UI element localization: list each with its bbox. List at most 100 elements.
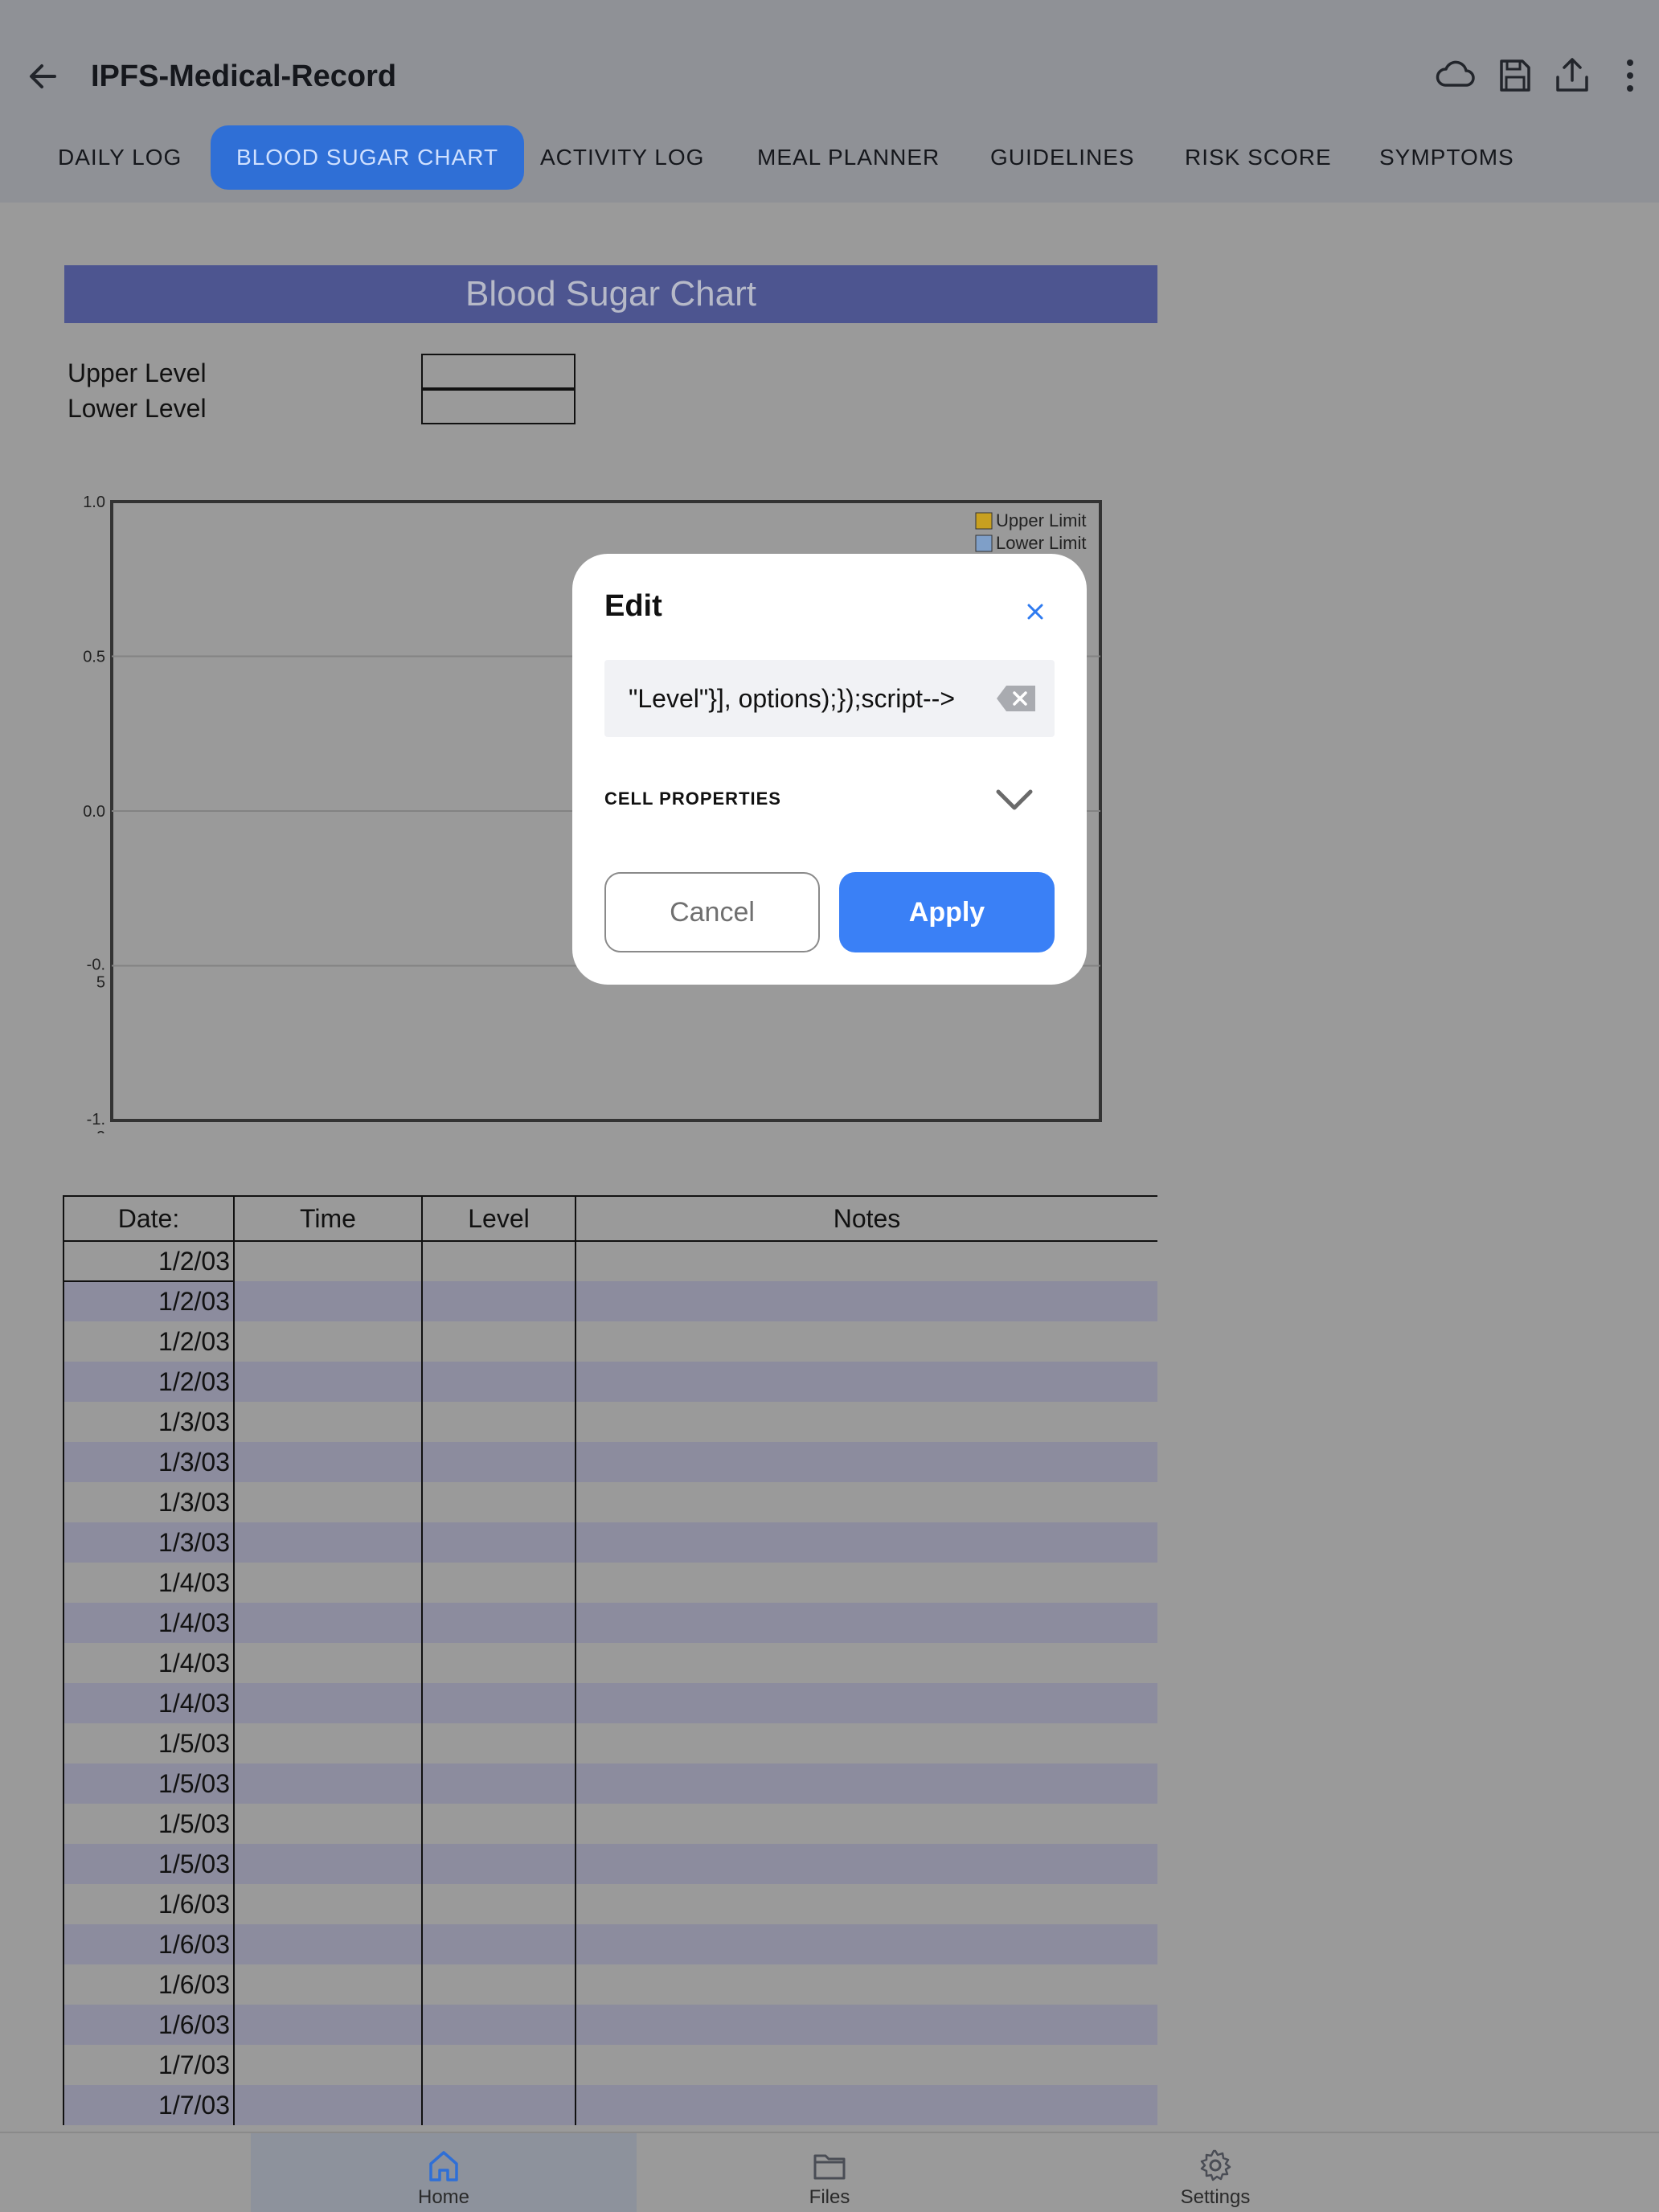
tab-risk-score[interactable]: RISK SCORE — [1159, 125, 1358, 190]
close-icon[interactable] — [1010, 586, 1061, 637]
level-cell[interactable] — [421, 1804, 576, 1844]
level-cell[interactable] — [421, 1522, 576, 1563]
date-cell[interactable]: 1/3/03 — [63, 1482, 235, 1522]
level-cell[interactable] — [421, 1603, 576, 1643]
save-icon[interactable] — [1492, 53, 1537, 98]
date-cell[interactable]: 1/5/03 — [63, 1804, 235, 1844]
date-cell[interactable]: 1/2/03 — [63, 1241, 235, 1282]
tab-meal-planner[interactable]: MEAL PLANNER — [731, 125, 965, 190]
column-header-date[interactable]: Date: — [63, 1195, 235, 1242]
time-cell[interactable] — [233, 1683, 423, 1723]
notes-cell[interactable] — [575, 1763, 1157, 1804]
time-cell[interactable] — [233, 1563, 423, 1603]
level-cell[interactable] — [421, 1683, 576, 1723]
time-cell[interactable] — [233, 1442, 423, 1482]
notes-cell[interactable] — [575, 2005, 1157, 2045]
date-cell[interactable]: 1/7/03 — [63, 2045, 235, 2085]
sheet-title[interactable]: Blood Sugar Chart — [64, 265, 1157, 323]
date-cell[interactable]: 1/3/03 — [63, 1522, 235, 1563]
level-cell[interactable] — [421, 2085, 576, 2125]
upper-level-cell[interactable] — [421, 354, 576, 389]
date-cell[interactable]: 1/2/03 — [63, 1362, 235, 1402]
cloud-icon[interactable] — [1432, 53, 1477, 98]
time-cell[interactable] — [233, 1402, 423, 1442]
time-cell[interactable] — [233, 1482, 423, 1522]
notes-cell[interactable] — [575, 1442, 1157, 1482]
date-cell[interactable]: 1/4/03 — [63, 1603, 235, 1643]
time-cell[interactable] — [233, 1362, 423, 1402]
level-cell[interactable] — [421, 1281, 576, 1321]
level-cell[interactable] — [421, 1321, 576, 1362]
time-cell[interactable] — [233, 1924, 423, 1964]
notes-cell[interactable] — [575, 2085, 1157, 2125]
level-cell[interactable] — [421, 1482, 576, 1522]
share-icon[interactable] — [1550, 53, 1595, 98]
date-cell[interactable]: 1/6/03 — [63, 2005, 235, 2045]
tab-symptoms[interactable]: SYMPTOMS — [1354, 125, 1540, 190]
time-cell[interactable] — [233, 1603, 423, 1643]
back-arrow-icon[interactable] — [23, 56, 63, 96]
level-cell[interactable] — [421, 1924, 576, 1964]
level-cell[interactable] — [421, 1723, 576, 1763]
lower-level-cell[interactable] — [421, 389, 576, 424]
tab-guidelines[interactable]: GUIDELINES — [965, 125, 1161, 190]
apply-button[interactable]: Apply — [839, 872, 1055, 952]
time-cell[interactable] — [233, 1804, 423, 1844]
date-cell[interactable]: 1/4/03 — [63, 1643, 235, 1683]
level-cell[interactable] — [421, 1241, 576, 1281]
time-cell[interactable] — [233, 1723, 423, 1763]
nav-settings[interactable]: Settings — [1022, 2133, 1408, 2212]
notes-cell[interactable] — [575, 1563, 1157, 1603]
date-cell[interactable]: 1/3/03 — [63, 1442, 235, 1482]
date-cell[interactable]: 1/5/03 — [63, 1844, 235, 1884]
date-cell[interactable]: 1/4/03 — [63, 1683, 235, 1723]
date-cell[interactable]: 1/3/03 — [63, 1402, 235, 1442]
time-cell[interactable] — [233, 1964, 423, 2005]
notes-cell[interactable] — [575, 2045, 1157, 2085]
notes-cell[interactable] — [575, 1884, 1157, 1924]
nav-files[interactable]: Files — [637, 2133, 1022, 2212]
date-cell[interactable]: 1/6/03 — [63, 1924, 235, 1964]
notes-cell[interactable] — [575, 1964, 1157, 2005]
nav-home[interactable]: Home — [251, 2133, 637, 2212]
time-cell[interactable] — [233, 1241, 423, 1281]
upper-level-label[interactable]: Upper Level — [68, 358, 207, 388]
time-cell[interactable] — [233, 2045, 423, 2085]
notes-cell[interactable] — [575, 1362, 1157, 1402]
notes-cell[interactable] — [575, 1804, 1157, 1844]
level-cell[interactable] — [421, 1844, 576, 1884]
cell-properties-toggle[interactable]: CELL PROPERTIES — [604, 776, 1055, 824]
notes-cell[interactable] — [575, 1522, 1157, 1563]
cell-formula-input[interactable] — [604, 660, 1055, 737]
time-cell[interactable] — [233, 1763, 423, 1804]
level-cell[interactable] — [421, 1362, 576, 1402]
notes-cell[interactable] — [575, 1683, 1157, 1723]
time-cell[interactable] — [233, 1522, 423, 1563]
level-cell[interactable] — [421, 1442, 576, 1482]
tab-activity-log[interactable]: ACTIVITY LOG — [514, 125, 730, 190]
tab-blood-sugar-chart[interactable]: BLOOD SUGAR CHART — [211, 125, 525, 190]
level-cell[interactable] — [421, 1563, 576, 1603]
level-cell[interactable] — [421, 1643, 576, 1683]
time-cell[interactable] — [233, 1321, 423, 1362]
date-cell[interactable]: 1/7/03 — [63, 2085, 235, 2125]
column-header-time[interactable]: Time — [233, 1195, 423, 1242]
level-cell[interactable] — [421, 1884, 576, 1924]
date-cell[interactable]: 1/5/03 — [63, 1763, 235, 1804]
notes-cell[interactable] — [575, 1643, 1157, 1683]
notes-cell[interactable] — [575, 1723, 1157, 1763]
notes-cell[interactable] — [575, 1241, 1157, 1281]
time-cell[interactable] — [233, 1884, 423, 1924]
notes-cell[interactable] — [575, 1402, 1157, 1442]
date-cell[interactable]: 1/6/03 — [63, 1964, 235, 2005]
column-header-level[interactable]: Level — [421, 1195, 576, 1242]
level-cell[interactable] — [421, 1763, 576, 1804]
level-cell[interactable] — [421, 2045, 576, 2085]
time-cell[interactable] — [233, 2005, 423, 2045]
backspace-clear-icon[interactable] — [995, 684, 1037, 713]
notes-cell[interactable] — [575, 1482, 1157, 1522]
time-cell[interactable] — [233, 1281, 423, 1321]
time-cell[interactable] — [233, 2085, 423, 2125]
notes-cell[interactable] — [575, 1281, 1157, 1321]
time-cell[interactable] — [233, 1844, 423, 1884]
